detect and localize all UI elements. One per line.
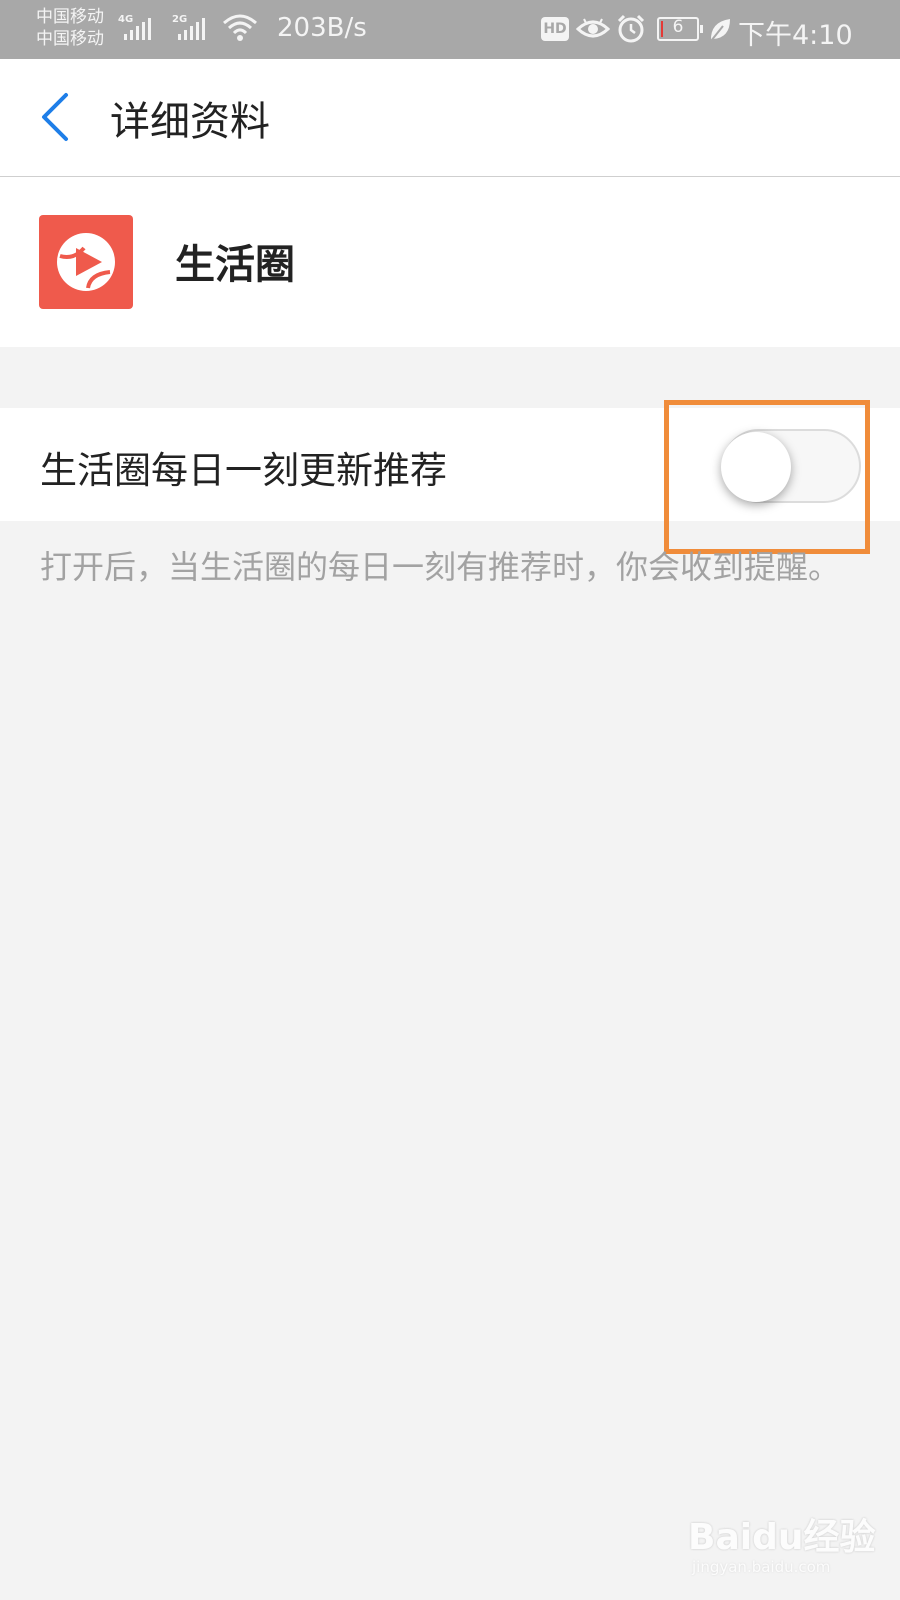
page-title: 详细资料	[110, 99, 270, 145]
carrier-info: 中国移动 中国移动	[36, 6, 104, 50]
battery-level: 6	[672, 17, 684, 37]
wifi-icon	[223, 14, 257, 41]
app-logo	[39, 215, 133, 309]
hd-icon: HD	[541, 17, 569, 41]
chevron-left-icon[interactable]	[36, 91, 72, 143]
leaf-icon	[710, 19, 730, 42]
setting-description: 打开后，当生活圈的每日一刻有推荐时，你会收到提醒。	[40, 548, 841, 586]
battery-icon: 6	[657, 17, 703, 41]
eye-icon	[576, 18, 610, 38]
title-bar: 详细资料	[0, 59, 900, 177]
carrier-2: 中国移动	[36, 29, 104, 49]
watermark: Baidu经验 jingyan.baidu.com	[688, 1498, 888, 1588]
network-speed: 203B/s	[277, 13, 367, 43]
carrier-1: 中国移动	[36, 7, 104, 27]
watermark-url: jingyan.baidu.com	[692, 1558, 831, 1576]
app-header: 生活圈	[0, 177, 900, 347]
app-name: 生活圈	[175, 242, 295, 288]
clock: 下午4:10	[738, 20, 853, 51]
alarm-icon	[617, 14, 645, 43]
highlight-annotation-box	[664, 400, 870, 554]
setting-label: 生活圈每日一刻更新推荐	[40, 449, 447, 492]
watermark-brand: Baidu经验	[688, 1517, 876, 1558]
play-circle-logo-icon	[57, 233, 115, 291]
status-bar: 中国移动 中国移动 4G 2G 203B/s HD 6 下午4:10	[0, 0, 900, 59]
